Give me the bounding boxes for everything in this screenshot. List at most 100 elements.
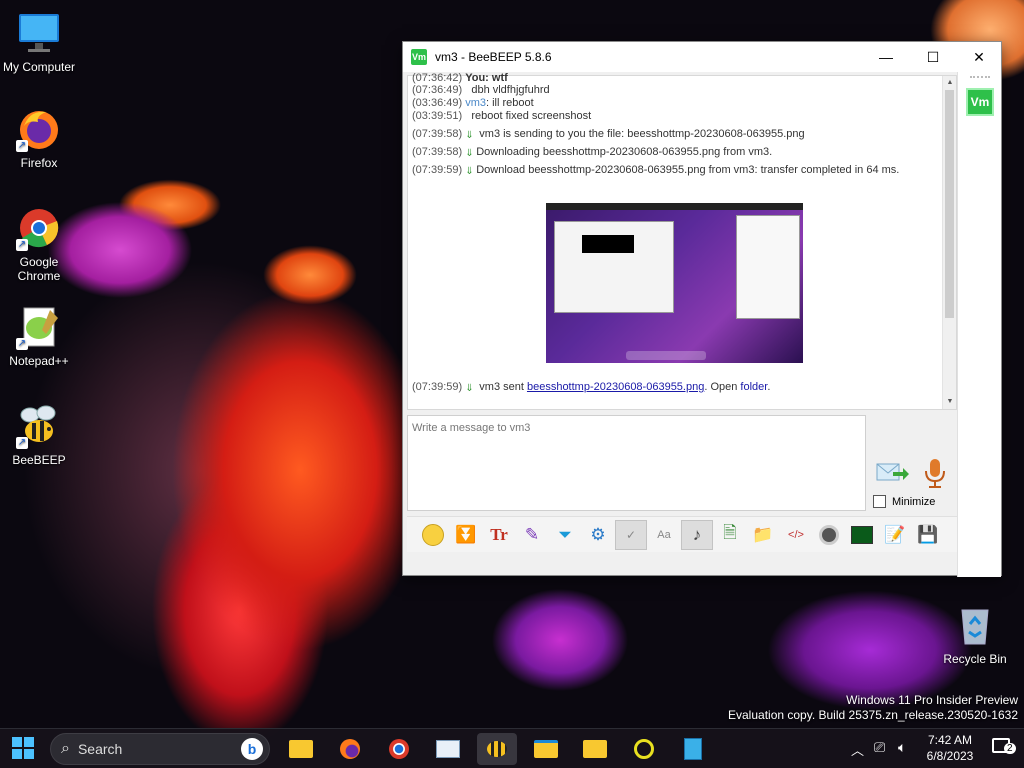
emoticons-button[interactable] bbox=[417, 520, 449, 550]
message-input[interactable]: Write a message to vm3 bbox=[407, 415, 866, 511]
monitor-icon bbox=[16, 10, 62, 56]
icon-label: My Computer bbox=[2, 60, 76, 74]
chat-line: (07:39:58) ⇓ Downloading beesshottmp-2023… bbox=[412, 146, 772, 159]
chat-line: (03:39:51) reboot fixed screenshost bbox=[412, 110, 591, 122]
taskbar-ring-app[interactable] bbox=[624, 733, 664, 765]
shortcut-arrow-icon: ↗ bbox=[16, 239, 28, 251]
screenshot-button[interactable] bbox=[813, 520, 845, 550]
timestamp: (07:39:59) bbox=[412, 381, 463, 393]
sender-name: vm3 bbox=[465, 97, 486, 109]
spellcheck-icon: ✓ bbox=[625, 527, 637, 542]
windows-watermark: Windows 11 Pro Insider Preview Evaluatio… bbox=[728, 693, 1018, 723]
bing-icon: b bbox=[241, 738, 263, 760]
notifications-button[interactable]: 2 bbox=[992, 738, 1016, 756]
taskbar-perfmon[interactable] bbox=[428, 733, 468, 765]
taskbar-search[interactable]: ⌕ Search b bbox=[50, 733, 270, 765]
panel-grip bbox=[970, 76, 990, 79]
send-file-button[interactable]: 🗎 bbox=[714, 520, 746, 550]
firefox-icon bbox=[340, 739, 360, 759]
message-text: . bbox=[767, 381, 771, 393]
font-button[interactable]: Tr bbox=[483, 520, 515, 550]
icon-label: BeeBEEP bbox=[12, 453, 66, 467]
desktop-icon-firefox[interactable]: ↗ Firefox bbox=[0, 106, 78, 170]
chat-history[interactable]: (07:36:42) You: wtf (07:36:49) dbh vldfh… bbox=[407, 72, 957, 410]
taskbar-firefox[interactable] bbox=[330, 733, 370, 765]
send-button[interactable] bbox=[875, 460, 909, 486]
send-folder-button[interactable]: 📁 bbox=[747, 520, 779, 550]
search-icon: ⌕ bbox=[61, 740, 70, 757]
desktop-icon-notepadpp[interactable]: ↗ Notepad++ bbox=[0, 304, 78, 368]
smiley-icon bbox=[422, 523, 444, 546]
download-icon: ⇓ bbox=[465, 383, 474, 394]
taskbar-beebeep[interactable] bbox=[477, 733, 517, 765]
save-chat-button[interactable]: ⏬ bbox=[450, 520, 482, 550]
minimize-label: Minimize bbox=[892, 495, 936, 508]
watermark-line-1: Windows 11 Pro Insider Preview bbox=[846, 693, 1018, 707]
spellcheck-button[interactable]: ✓ bbox=[615, 519, 647, 550]
settings-button[interactable]: ⚙ bbox=[582, 520, 614, 550]
minimize-option[interactable]: Minimize bbox=[873, 495, 935, 508]
folder-link[interactable]: folder bbox=[740, 381, 767, 393]
color-button[interactable]: ✎ bbox=[516, 520, 548, 550]
notification-count: 2 bbox=[1004, 743, 1016, 754]
save-button[interactable]: 💾 bbox=[912, 520, 944, 550]
ring-icon bbox=[634, 739, 654, 759]
desktop-icon-recycle-bin[interactable]: Recycle Bin bbox=[936, 602, 1014, 666]
minimize-button[interactable]: — bbox=[863, 42, 909, 72]
clock[interactable]: 7:42 AM 6/8/2023 bbox=[918, 732, 982, 764]
taskbar-folder-1[interactable] bbox=[526, 733, 566, 765]
filter-icon: ⏷ bbox=[558, 524, 572, 544]
watermark-line-2: Evaluation copy. Build 25375.zn_release.… bbox=[728, 708, 1018, 722]
close-button[interactable]: ✕ bbox=[956, 42, 1002, 72]
screenshot-thumbnail[interactable] bbox=[546, 203, 803, 363]
desktop-icon-my-computer[interactable]: My Computer bbox=[0, 10, 78, 74]
chat-scrollbar[interactable]: ▲ ▼ bbox=[942, 76, 956, 409]
filter-button[interactable]: ⏷ bbox=[549, 520, 581, 550]
clock-time: 7:42 AM bbox=[927, 733, 973, 747]
word-completer-button[interactable]: Aa bbox=[648, 520, 680, 550]
file-link[interactable]: beesshottmp-20230608-063955.png bbox=[527, 381, 704, 393]
chrome-icon: ↗ bbox=[16, 205, 62, 251]
timestamp: (03:39:51) bbox=[412, 110, 463, 122]
show-hidden-icons[interactable]: ︿ bbox=[851, 740, 864, 759]
message-text: dbh vldfhjgfuhrd bbox=[471, 84, 550, 96]
music-note-icon: ♪ bbox=[692, 524, 702, 544]
taskbar-chrome[interactable] bbox=[379, 733, 419, 765]
user-avatar[interactable]: Vm bbox=[966, 88, 994, 116]
app-icon: Vm bbox=[411, 49, 427, 65]
notepadpp-icon: ↗ bbox=[16, 304, 62, 350]
message-text: : ill reboot bbox=[486, 97, 534, 109]
notes-button[interactable]: 📝 bbox=[879, 520, 911, 550]
download-icon: ⇓ bbox=[465, 148, 474, 159]
terminal-button[interactable] bbox=[846, 520, 878, 550]
message-text: Downloading beesshottmp-20230608-063955.… bbox=[476, 146, 773, 158]
volume-icon[interactable]: 🔈︎ bbox=[898, 739, 906, 756]
maximize-button[interactable]: ☐ bbox=[910, 42, 956, 72]
download-icon: ⇓ bbox=[465, 166, 474, 177]
taskbar-notepad[interactable] bbox=[673, 733, 713, 765]
minimize-checkbox[interactable] bbox=[873, 495, 886, 508]
desktop-icon-chrome[interactable]: ↗ Google Chrome bbox=[0, 205, 78, 283]
folder-send-icon: 📁 bbox=[752, 524, 774, 544]
scroll-thumb[interactable] bbox=[945, 90, 954, 318]
shortcut-arrow-icon: ↗ bbox=[16, 338, 28, 350]
voice-message-button[interactable] bbox=[921, 457, 949, 489]
start-button[interactable] bbox=[12, 737, 34, 759]
scroll-down-icon[interactable]: ▼ bbox=[943, 395, 957, 409]
desktop-icon-beebeep[interactable]: ↗ BeeBEEP bbox=[0, 403, 78, 467]
message-text: You: wtf bbox=[465, 72, 508, 84]
notes-icon: 📝 bbox=[884, 524, 906, 544]
scroll-up-icon[interactable]: ▲ bbox=[943, 76, 957, 90]
folder-icon bbox=[534, 740, 558, 758]
message-placeholder: Write a message to vm3 bbox=[412, 422, 531, 434]
title-bar[interactable]: Vm vm3 - BeeBEEP 5.8.6 — ☐ ✕ bbox=[403, 42, 1001, 72]
taskbar-file-explorer[interactable] bbox=[281, 733, 321, 765]
sound-button[interactable]: ♪ bbox=[681, 519, 713, 550]
timestamp: (07:36:42) bbox=[412, 72, 463, 84]
chat-line: (07:39:59) ⇓ vm3 sent beesshottmp-202306… bbox=[412, 381, 770, 394]
icon-label: Firefox bbox=[20, 156, 58, 170]
taskbar-folder-2[interactable] bbox=[575, 733, 615, 765]
icon-label: Recycle Bin bbox=[943, 652, 1007, 666]
network-icon[interactable]: ⎚ bbox=[874, 739, 885, 756]
code-button[interactable]: </> bbox=[780, 520, 812, 550]
